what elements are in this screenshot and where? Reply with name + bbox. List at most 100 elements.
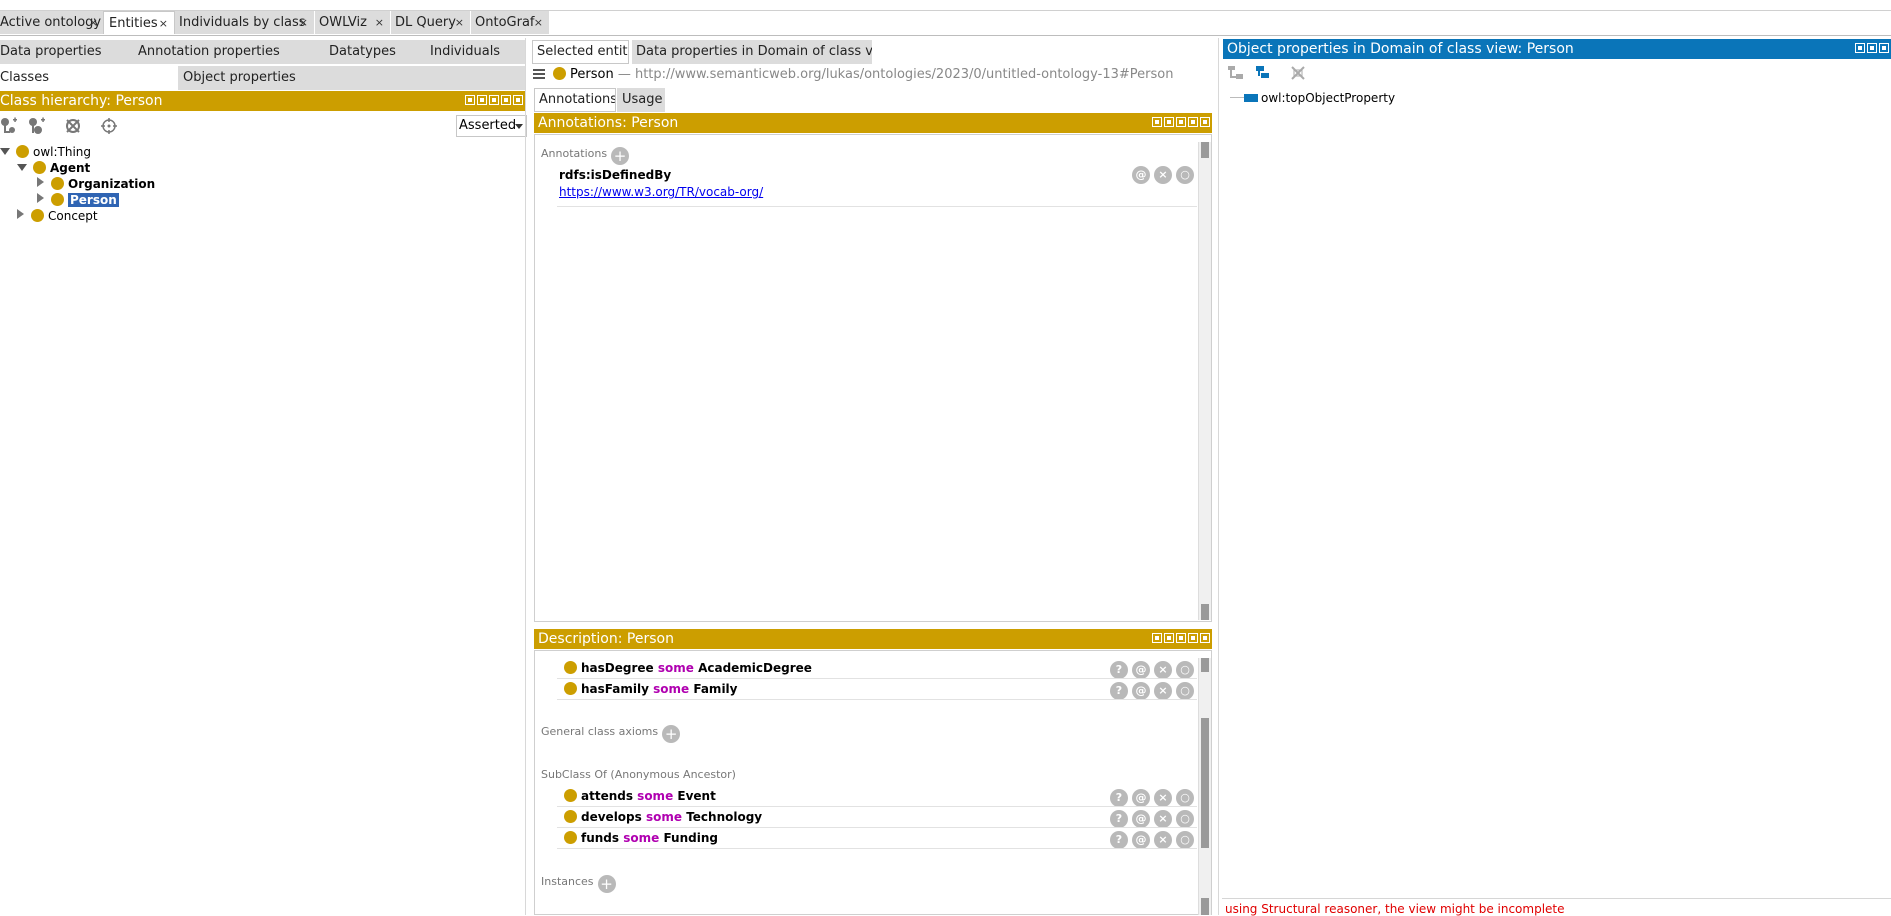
help-icon[interactable] — [1152, 633, 1162, 643]
tab-entities[interactable]: Entities × — [103, 11, 175, 34]
at-icon[interactable]: @ — [1132, 166, 1150, 184]
tree-node-concept[interactable]: Concept — [17, 208, 98, 224]
collapsed-icon[interactable] — [37, 177, 44, 187]
annotations-scrollbar[interactable] — [1198, 142, 1211, 620]
tree-node-top-object-property[interactable]: owl:topObjectProperty — [1230, 90, 1395, 106]
description-row[interactable]: hasDegree some AcademicDegree ? @ × ○ — [564, 658, 1194, 679]
close-icon[interactable]: × — [455, 11, 464, 34]
maximize-icon[interactable] — [1188, 117, 1198, 127]
close-icon[interactable]: × — [299, 11, 308, 34]
maximize-icon[interactable] — [501, 95, 511, 105]
minimize-icon[interactable] — [1867, 43, 1877, 53]
help-icon[interactable]: ? — [1110, 831, 1128, 849]
help-icon[interactable]: ? — [1110, 810, 1128, 828]
close-panel-icon[interactable] — [513, 95, 523, 105]
description-row[interactable]: attends some Event ? @ × ○ — [564, 786, 1194, 807]
subtab-classes[interactable]: Classes — [0, 66, 178, 90]
locate-icon[interactable] — [100, 117, 118, 135]
tab-individuals-by-class[interactable]: Individuals by class × — [175, 11, 315, 34]
add-sibling-property-icon[interactable] — [1255, 64, 1273, 82]
subtab-annotation-properties[interactable]: Annotation properties — [138, 40, 318, 64]
add-subclass-icon[interactable] — [0, 117, 18, 135]
add-sibling-icon[interactable] — [28, 117, 46, 135]
description-row[interactable]: develops some Technology ? @ × ○ — [564, 807, 1194, 828]
subtab-data-properties[interactable]: Data properties — [0, 40, 130, 64]
edit-icon[interactable]: ○ — [1176, 810, 1194, 828]
tree-node-owl-thing[interactable]: owl:Thing — [0, 144, 91, 160]
close-icon[interactable]: × — [159, 12, 168, 35]
minimize-icon[interactable] — [489, 95, 499, 105]
at-icon[interactable]: @ — [1132, 682, 1150, 700]
add-annotation-icon[interactable]: + — [611, 147, 630, 165]
at-icon[interactable]: @ — [1132, 661, 1150, 679]
at-icon[interactable]: @ — [1132, 831, 1150, 849]
close-panel-icon[interactable] — [1200, 117, 1210, 127]
edit-icon[interactable]: ○ — [1176, 789, 1194, 807]
maximize-icon[interactable] — [1879, 43, 1889, 53]
subtab-individuals[interactable]: Individuals — [430, 40, 520, 64]
subtab-object-properties[interactable]: Object properties — [178, 66, 525, 90]
close-icon[interactable]: × — [534, 11, 543, 34]
divider[interactable] — [1218, 38, 1219, 915]
delete-icon[interactable]: × — [1154, 810, 1172, 828]
menu-icon[interactable] — [532, 68, 546, 80]
collapsed-icon[interactable] — [37, 193, 44, 203]
minimize-icon[interactable] — [1176, 633, 1186, 643]
edit-icon[interactable]: ○ — [1176, 831, 1194, 849]
close-icon[interactable]: × — [89, 11, 98, 34]
delete-class-icon[interactable] — [64, 117, 82, 135]
tab-selected-entity[interactable]: Selected entity — [532, 40, 629, 64]
split-icon[interactable] — [1855, 43, 1865, 53]
delete-icon[interactable]: × — [1154, 166, 1172, 184]
help-icon[interactable]: ? — [1110, 682, 1128, 700]
tree-node-organization[interactable]: Organization — [37, 176, 155, 192]
collapsed-icon[interactable] — [17, 209, 24, 219]
tab-dl-query[interactable]: DL Query × — [391, 11, 471, 34]
description-scrollbar[interactable] — [1198, 658, 1211, 915]
edit-icon[interactable]: ○ — [1176, 661, 1194, 679]
split-icon[interactable] — [1164, 633, 1174, 643]
scroll-thumb[interactable] — [1201, 718, 1209, 848]
close-icon[interactable]: × — [375, 11, 384, 34]
description-row[interactable]: hasFamily some Family ? @ × ○ — [564, 679, 1194, 700]
divider[interactable] — [525, 38, 526, 915]
expand-icon[interactable] — [0, 148, 10, 155]
subtab-datatypes[interactable]: Datatypes — [329, 40, 419, 64]
edit-icon[interactable]: ○ — [1176, 682, 1194, 700]
delete-icon[interactable]: × — [1154, 682, 1172, 700]
help-icon[interactable]: ? — [1110, 661, 1128, 679]
tab-data-properties-domain[interactable]: Data properties in Domain of class view — [632, 40, 872, 64]
tab-usage[interactable]: Usage — [617, 88, 665, 112]
delete-icon[interactable]: × — [1154, 831, 1172, 849]
split-icon[interactable] — [477, 95, 487, 105]
expand-icon[interactable] — [17, 164, 27, 171]
scroll-thumb[interactable] — [1201, 898, 1209, 915]
delete-property-icon[interactable] — [1289, 64, 1307, 82]
scroll-thumb[interactable] — [1201, 658, 1209, 672]
close-panel-icon[interactable] — [1200, 633, 1210, 643]
scroll-thumb[interactable] — [1201, 604, 1209, 620]
split-icon[interactable] — [1164, 117, 1174, 127]
tab-annotations[interactable]: Annotations — [534, 88, 616, 112]
tree-node-agent[interactable]: Agent — [17, 160, 90, 176]
description-row[interactable]: funds some Funding ? @ × ○ — [564, 828, 1194, 849]
hierarchy-mode-select[interactable]: Asserted — [456, 115, 527, 137]
tab-owlviz[interactable]: OWLViz × — [315, 11, 391, 34]
delete-icon[interactable]: × — [1154, 661, 1172, 679]
add-sub-property-icon[interactable] — [1227, 64, 1245, 82]
scroll-thumb[interactable] — [1201, 142, 1209, 158]
delete-icon[interactable]: × — [1154, 789, 1172, 807]
help-icon[interactable] — [1152, 117, 1162, 127]
tab-ontograf[interactable]: OntoGraf × — [471, 11, 550, 34]
add-instance-icon[interactable]: + — [597, 875, 616, 893]
at-icon[interactable]: @ — [1132, 789, 1150, 807]
at-icon[interactable]: @ — [1132, 810, 1150, 828]
minimize-icon[interactable] — [1176, 117, 1186, 127]
edit-icon[interactable]: ○ — [1176, 166, 1194, 184]
help-icon[interactable]: ? — [1110, 789, 1128, 807]
help-icon[interactable] — [465, 95, 475, 105]
tab-active-ontology[interactable]: Active ontology × — [0, 11, 105, 34]
tree-node-person[interactable]: Person — [37, 192, 119, 208]
annotation-value-link[interactable]: https://www.w3.org/TR/vocab-org/ — [559, 185, 763, 199]
maximize-icon[interactable] — [1188, 633, 1198, 643]
